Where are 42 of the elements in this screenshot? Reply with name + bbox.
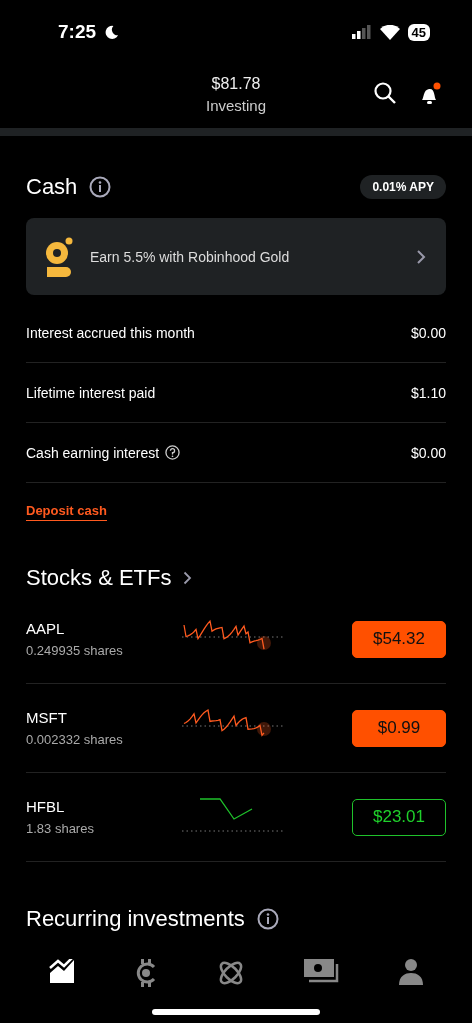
status-time: 7:25 bbox=[58, 21, 97, 43]
row-label: Cash earning interest bbox=[26, 444, 160, 461]
search-icon[interactable] bbox=[374, 82, 396, 104]
portfolio-label: Investing bbox=[205, 96, 266, 114]
battery-level: 45 bbox=[407, 23, 430, 41]
section-title: Recurring investments bbox=[26, 906, 245, 932]
row-value: $1.10 bbox=[410, 384, 446, 401]
apy-badge: 0.01% APY bbox=[360, 175, 446, 199]
section-title: Cash bbox=[26, 174, 78, 200]
share-count: 0.249935 shares bbox=[26, 643, 124, 658]
help-icon[interactable] bbox=[165, 445, 181, 460]
stock-symbol: MSFT bbox=[26, 709, 68, 726]
coin-stack-icon bbox=[44, 236, 74, 277]
stock-row[interactable]: MSFT 0.002332 shares $0.99 bbox=[26, 684, 446, 773]
chevron-right-icon[interactable] bbox=[183, 571, 193, 585]
price-button[interactable]: $23.01 bbox=[352, 798, 446, 836]
row-label: Interest accrued this month bbox=[26, 324, 195, 341]
stock-symbol: AAPL bbox=[26, 620, 66, 637]
section-title[interactable]: Stocks & ETFs bbox=[26, 565, 172, 591]
cash-icon bbox=[303, 959, 340, 985]
price-button[interactable]: $54.32 bbox=[352, 620, 446, 658]
row-value: $0.00 bbox=[410, 444, 446, 461]
row-label: Lifetime interest paid bbox=[26, 384, 156, 401]
promo-card[interactable]: Earn 5.5% with Robinhood Gold bbox=[26, 218, 446, 295]
chevron-right-icon bbox=[416, 248, 426, 265]
portfolio-value: $81.78 bbox=[211, 74, 261, 93]
person-icon bbox=[398, 959, 423, 985]
share-count: 0.002332 shares bbox=[26, 732, 124, 747]
info-icon[interactable] bbox=[256, 908, 279, 930]
promo-text: Earn 5.5% with Robinhood Gold bbox=[90, 248, 291, 265]
stock-row[interactable]: HFBL 1.83 shares $23.01 bbox=[26, 773, 446, 862]
signal-icon bbox=[351, 25, 372, 39]
stock-row[interactable]: AAPL 0.249935 shares $54.32 bbox=[26, 595, 446, 684]
stock-symbol: HFBL bbox=[26, 798, 66, 815]
chart-icon bbox=[49, 959, 76, 983]
info-icon[interactable] bbox=[89, 176, 112, 198]
price-button[interactable]: $0.99 bbox=[352, 709, 446, 747]
wifi-icon bbox=[379, 24, 400, 40]
share-count: 1.83 shares bbox=[26, 821, 95, 836]
deposit-cash-link[interactable]: Deposit cash bbox=[26, 503, 107, 521]
row-value: $0.00 bbox=[410, 324, 446, 341]
orbit-icon bbox=[217, 959, 245, 987]
